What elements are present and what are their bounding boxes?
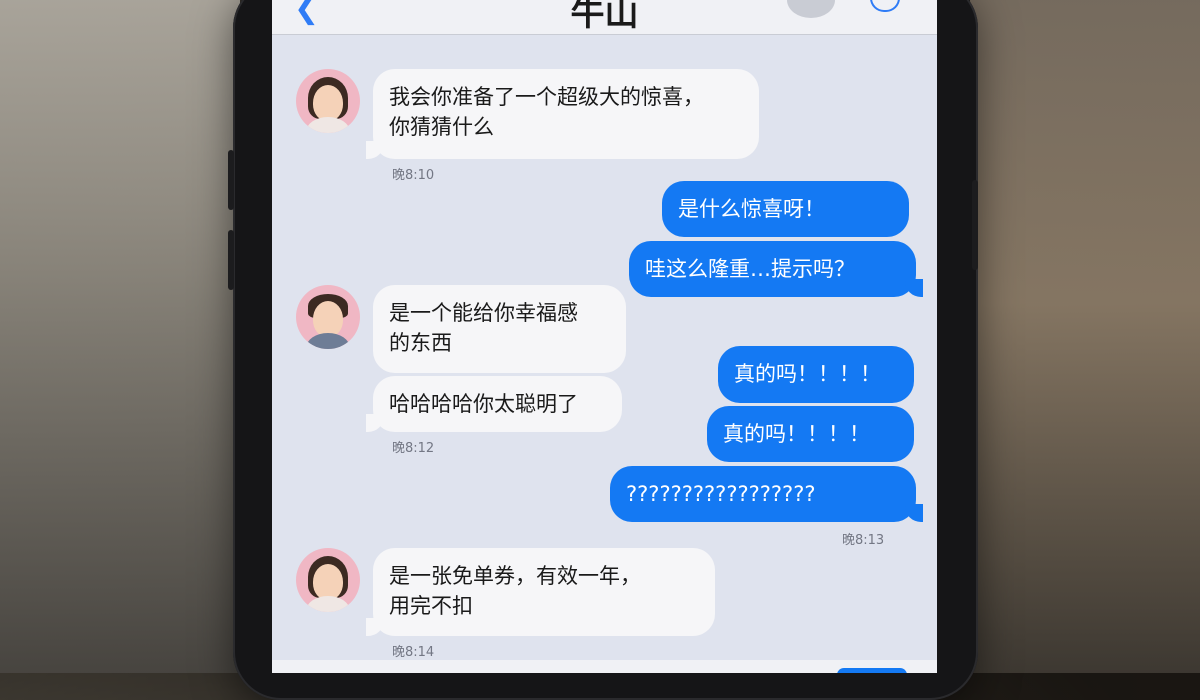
background-blur-right xyxy=(970,0,1200,673)
avatar[interactable] xyxy=(296,548,360,612)
timestamp: 晚8:12 xyxy=(392,441,435,456)
incoming-message[interactable]: 是一个能给你幸福感 的东西 xyxy=(373,285,626,373)
messages-screen: ❮ 牛山 我会你准备了一个超级大的惊喜， 你猜猜什么 晚8:10 是什么惊喜呀！… xyxy=(272,0,937,673)
outgoing-message[interactable]: 是什么惊喜呀！ xyxy=(662,181,909,237)
timestamp: 晚8:13 xyxy=(842,533,885,548)
outgoing-message[interactable]: 哇这么隆重…提示吗？ xyxy=(629,241,923,297)
incoming-message[interactable]: 是一张免单券，有效一年， 用完不扣 xyxy=(366,548,715,636)
outgoing-message[interactable]: 真的吗！！！！ xyxy=(718,346,914,403)
incoming-message[interactable]: 我会你准备了一个超级大的惊喜， 你猜猜什么 xyxy=(366,69,759,159)
outgoing-message[interactable]: 真的吗！！！！ xyxy=(707,406,914,462)
conversation-header: ❮ 牛山 xyxy=(272,0,937,35)
background-blur-left xyxy=(0,0,240,673)
avatar[interactable] xyxy=(296,285,360,349)
power-button xyxy=(972,180,978,270)
contact-name[interactable]: 牛山 xyxy=(272,0,937,35)
avatar[interactable] xyxy=(296,69,360,133)
timestamp: 晚8:10 xyxy=(392,168,435,183)
outgoing-message[interactable]: ????????????????? xyxy=(610,466,923,522)
timestamp: 晚8:14 xyxy=(392,645,435,660)
volume-button xyxy=(228,230,234,290)
incoming-message[interactable]: 哈哈哈哈你太聪明了 xyxy=(366,376,622,432)
send-button[interactable] xyxy=(837,668,907,673)
volume-button xyxy=(228,150,234,210)
